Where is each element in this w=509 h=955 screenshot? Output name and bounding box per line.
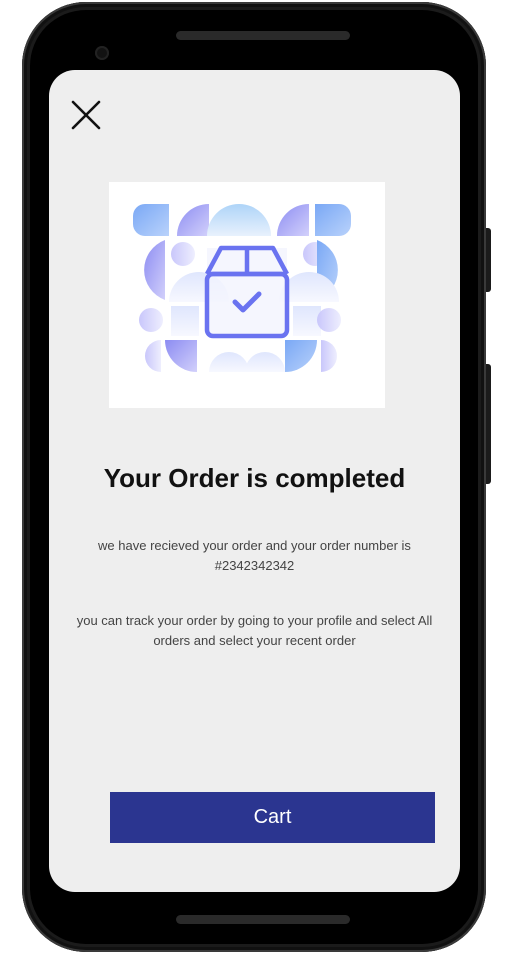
page-title: Your Order is completed xyxy=(103,463,406,493)
front-camera-icon xyxy=(95,46,109,60)
order-number-message: we have recieved your order and your ord… xyxy=(98,538,411,573)
order-complete-screen: Your Order is completed we have recieved… xyxy=(49,70,460,892)
package-check-icon xyxy=(133,204,351,372)
power-button xyxy=(486,228,491,292)
cart-button[interactable]: Cart xyxy=(110,792,435,843)
earpiece-speaker xyxy=(176,31,350,40)
order-illustration xyxy=(109,182,385,408)
volume-button xyxy=(486,364,491,484)
bottom-speaker xyxy=(176,915,350,924)
tracking-instructions: you can track your order by going to you… xyxy=(76,613,433,648)
close-icon xyxy=(71,100,101,130)
close-button[interactable] xyxy=(67,96,107,136)
